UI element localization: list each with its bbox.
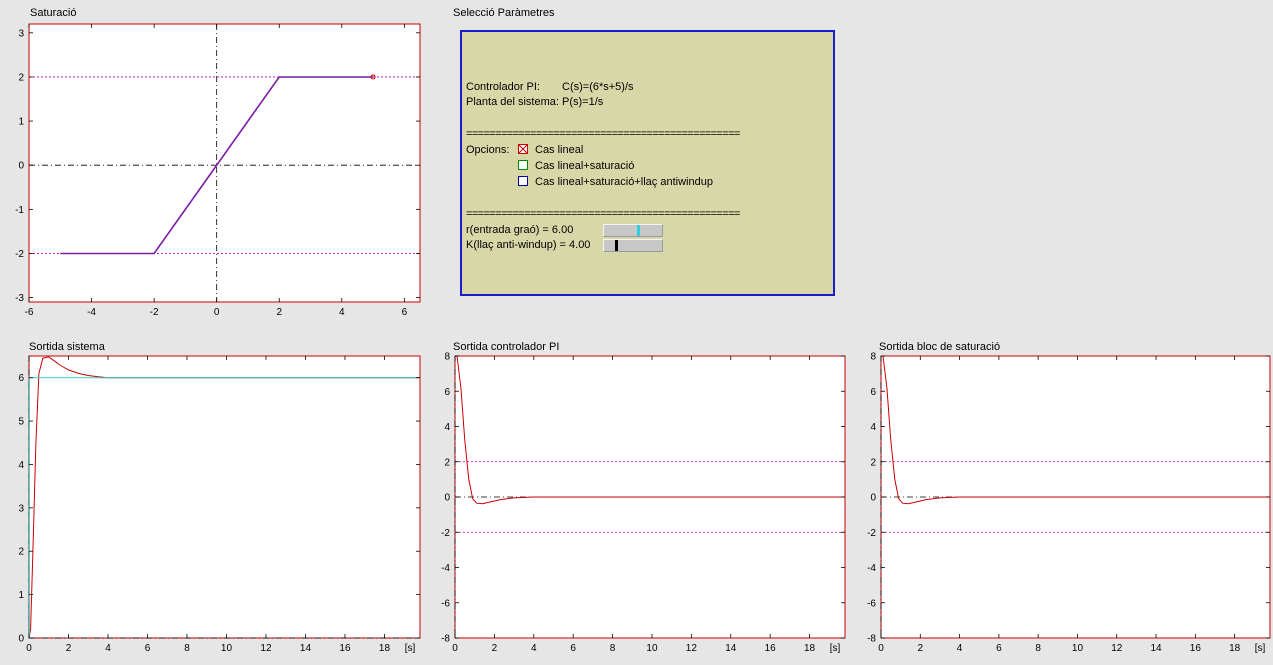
x-tick-label: 14: [1150, 643, 1162, 654]
y-tick-label: 6: [870, 387, 876, 398]
y-tick-label: -4: [867, 563, 876, 574]
y-tick-label: -8: [867, 634, 876, 645]
x-tick-label: 18: [1229, 643, 1241, 654]
x-tick-label: 10: [1072, 643, 1084, 654]
y-tick-label: -6: [867, 598, 876, 609]
y-tick-label: 2: [870, 457, 876, 468]
sortida-saturacio-plot: -8 -6 -4 -2 0 2 4 6 8 0 2 4 6 8 10 12 14 16 18 [s]: [867, 352, 1271, 654]
y-tick-label: 0: [870, 493, 876, 504]
y-tick-label: 4: [870, 422, 876, 433]
x-tick-label: 4: [957, 643, 963, 654]
y-tick-label: 8: [870, 352, 876, 363]
x-unit-label: [s]: [1255, 643, 1266, 654]
x-tick-label: 12: [1111, 643, 1123, 654]
x-tick-label: 0: [878, 643, 884, 654]
x-tick-label: 6: [996, 643, 1002, 654]
x-tick-label: 16: [1190, 643, 1202, 654]
x-tick-label: 2: [918, 643, 924, 654]
x-tick-label: 8: [1035, 643, 1041, 654]
y-tick-label: -2: [867, 528, 876, 539]
